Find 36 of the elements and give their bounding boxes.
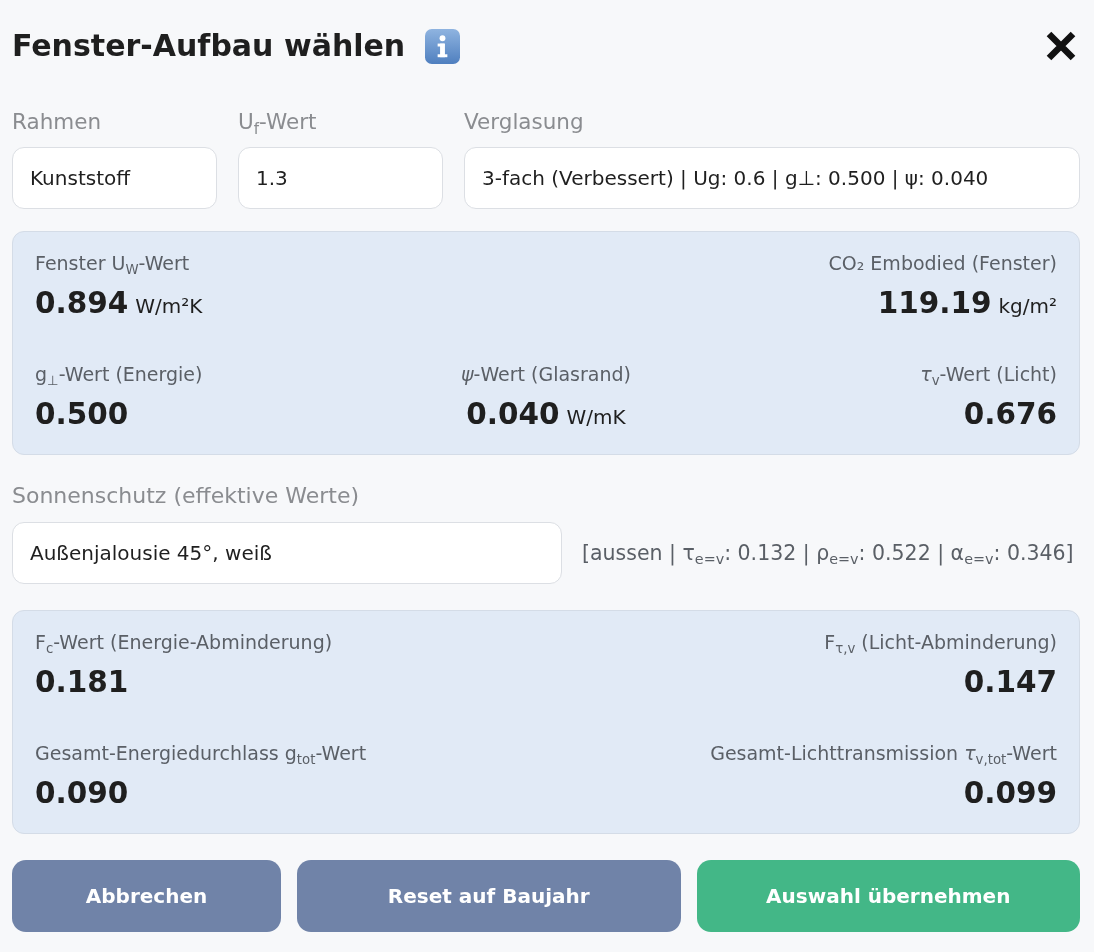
metric-label: Fenster U$_{W}$-Wert (35, 251, 190, 275)
field-label: Rahmen (12, 108, 103, 136)
metric-label: Gesamt-Lichttransmission τ$_{v,tot}$-Wert (710, 741, 1057, 765)
input-field[interactable]: Kunststoff (12, 147, 217, 209)
metric-label: F$_{c}$-Wert (Energie-Abminderung) (35, 630, 333, 654)
metric-unit: kg/m² (998, 293, 1057, 320)
metric-value: 119.19 (877, 285, 992, 322)
metric-value: 0.894 (35, 285, 129, 322)
metric-label: τ$_{v}$-Wert (Licht) (920, 362, 1057, 386)
action-button[interactable]: Abbrechen (12, 860, 281, 932)
shading-properties-text: [aussen | τ$_{e=v}$: 0.132 | ρ$_{e=v}$: 0.522 | α$_{e=v}$: 0.346] (582, 541, 1074, 565)
metric-unit: W/mK (566, 404, 626, 431)
dialog-title: Fenster-Aufbau wählen (12, 27, 406, 65)
field-label: Verglasung (464, 108, 585, 136)
metric-label: Gesamt-Energiedurchlass g$_{tot}$-Wert (35, 741, 367, 765)
metric-label: g$_{⊥}$-Wert (Energie) (35, 362, 203, 386)
input-field[interactable]: Außenjalousie 45°, weiß (12, 522, 562, 584)
metric-label: ψ-Wert (Glasrand) (461, 362, 631, 386)
field-label: Sonnenschutz (effektive Werte) (12, 482, 361, 510)
metric-label: F$_{τ,v}$ (Licht-Abminderung) (824, 630, 1057, 654)
metric-value: 0.099 (963, 775, 1057, 812)
info-icon[interactable] (425, 28, 461, 64)
input-field[interactable]: 1.3 (238, 147, 443, 209)
metric-label: CO₂ Embodied (Fenster) (828, 251, 1057, 275)
metric-value: 0.147 (963, 664, 1057, 701)
input-field[interactable]: 3-fach (Verbessert) | Ug: 0.6 | g⊥: 0.500 | ψ: 0.040 (464, 147, 1080, 209)
metric-value: 0.181 (35, 664, 129, 701)
field-label: U$_{f}$-Wert (238, 108, 318, 136)
close-icon (1046, 31, 1076, 61)
close-button[interactable] (1046, 31, 1076, 61)
metric-value: 0.040 (466, 396, 560, 433)
metric-value: 0.500 (35, 396, 129, 433)
metric-value: 0.676 (963, 396, 1057, 433)
metric-unit: W/m²K (135, 293, 203, 320)
metric-value: 0.090 (35, 775, 129, 812)
action-button[interactable]: Reset auf Baujahr (297, 860, 681, 932)
